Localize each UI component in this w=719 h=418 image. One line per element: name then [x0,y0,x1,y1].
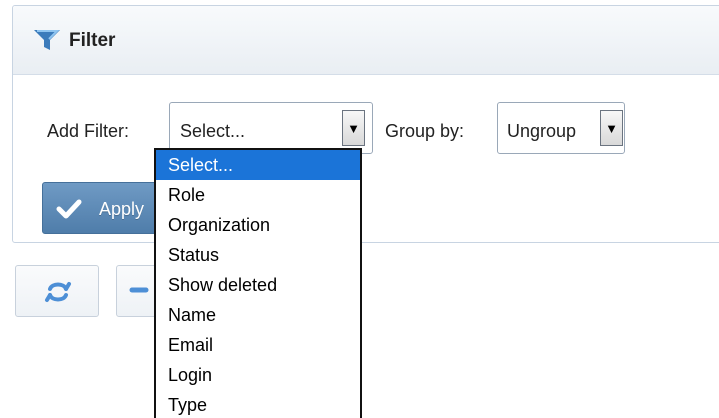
refresh-icon [45,282,71,302]
panel-title: Filter [69,30,116,51]
apply-label: Apply [99,199,145,219]
add-filter-options-list[interactable]: Select... Role Organization Status Show dele… [154,148,362,418]
dropdown-option[interactable]: Login [156,360,360,390]
add-filter-selected-value: Select... [180,121,246,141]
dropdown-option[interactable]: Select... [156,150,360,180]
group-by-label: Group by: [385,121,465,141]
check-icon [56,199,82,219]
dropdown-option[interactable]: Email [156,330,360,360]
add-filter-select[interactable]: Select... ▼ [169,102,373,154]
apply-button[interactable]: Apply [42,182,166,234]
refresh-button[interactable] [15,265,99,317]
funnel-icon [34,30,60,50]
dropdown-option[interactable]: Organization [156,210,360,240]
dropdown-option[interactable]: Name [156,300,360,330]
chevron-down-icon[interactable]: ▼ [600,110,623,146]
group-by-selected-value: Ungroup [507,121,577,141]
dropdown-option[interactable]: Type [156,390,360,418]
dropdown-option[interactable]: Show deleted [156,270,360,300]
group-by-select[interactable]: Ungroup ▼ [497,102,625,154]
filter-screen: Filter Add Filter: Select... ▼ Group by:… [0,0,719,418]
chevron-down-icon[interactable]: ▼ [342,110,365,146]
add-filter-label: Add Filter: [47,121,130,141]
dropdown-option[interactable]: Status [156,240,360,270]
action-icon [129,287,149,293]
filter-panel: Filter Add Filter: Select... ▼ Group by:… [12,5,719,243]
filter-panel-header: Filter [13,6,719,75]
dropdown-option[interactable]: Role [156,180,360,210]
